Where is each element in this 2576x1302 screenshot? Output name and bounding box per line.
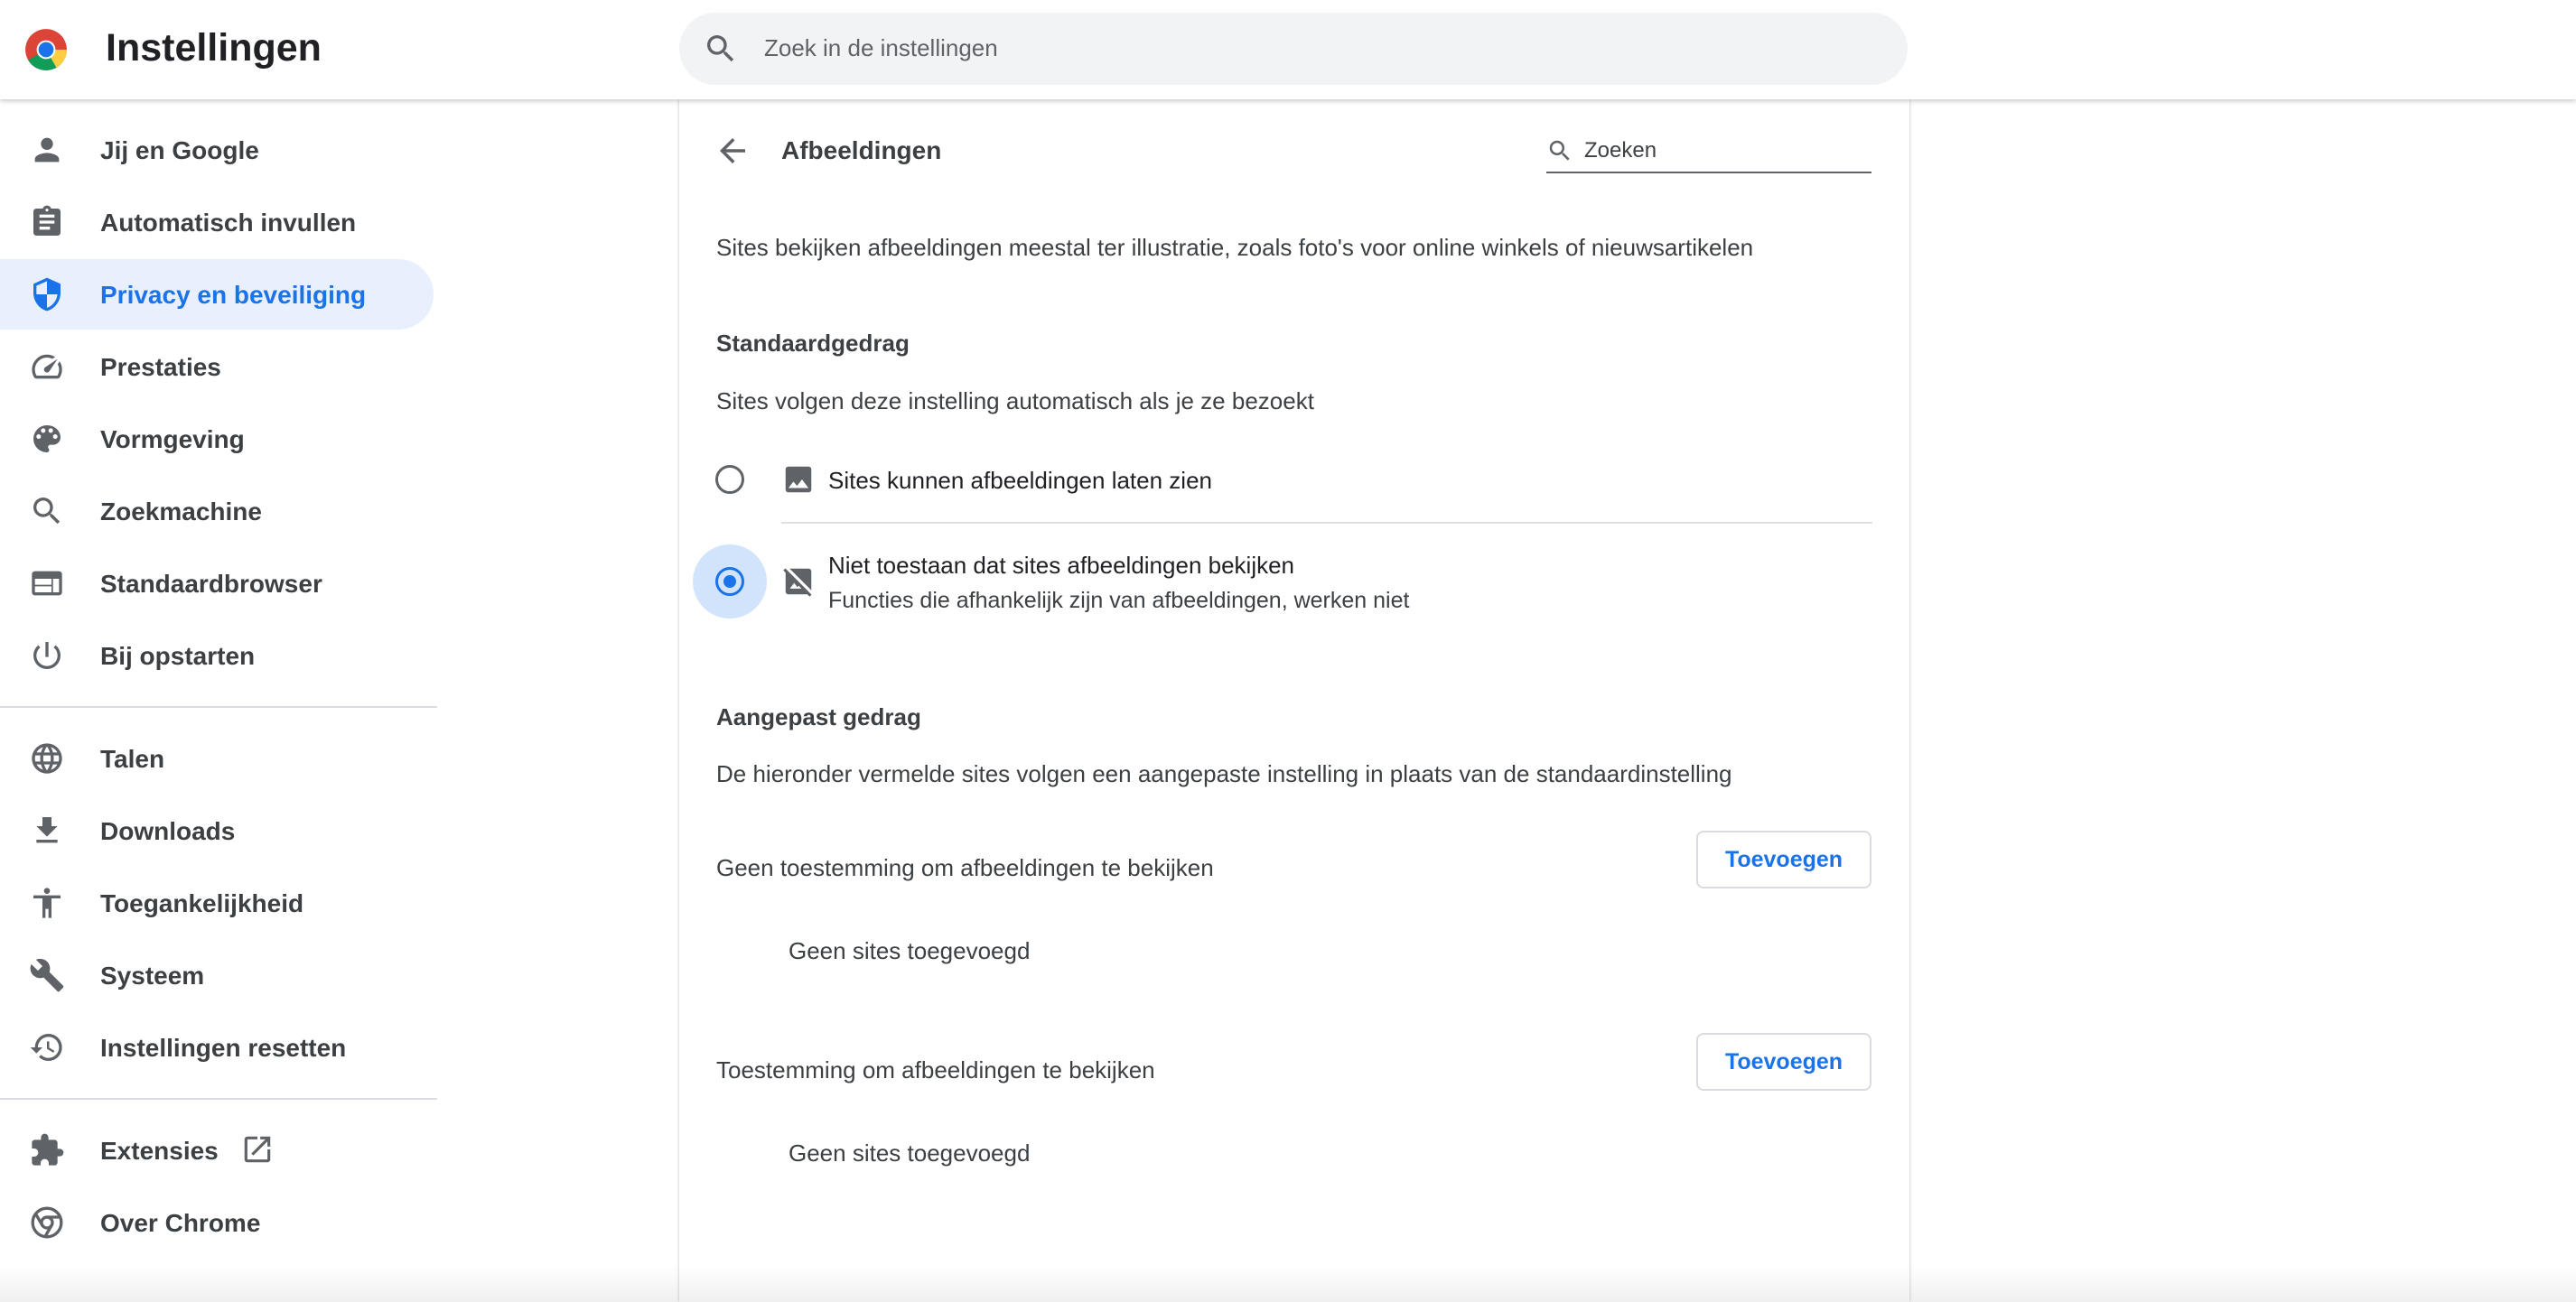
sidebar-item-label: Prestaties — [100, 353, 221, 381]
sidebar-item-label: Automatisch invullen — [100, 209, 357, 237]
sidebar-item-extensies[interactable]: Extensies — [0, 1115, 434, 1186]
sidebar-item-bij-opstarten[interactable]: Bij opstarten — [0, 620, 434, 691]
chrome-logo-icon — [25, 29, 67, 70]
shield-icon — [33, 277, 61, 312]
settings-search-input[interactable]: Zoek in de instellingen — [679, 13, 1908, 85]
palette-icon — [33, 425, 61, 452]
allowed-list-empty: Geen sites toegevoegd — [789, 1139, 1031, 1167]
sidebar-item-privacy-en-beveiliging[interactable]: Privacy en beveiliging — [0, 259, 434, 330]
back-arrow-icon[interactable] — [714, 132, 751, 170]
sidebar-item-vormgeving[interactable]: Vormgeving — [0, 404, 434, 474]
page-description: Sites bekijken afbeeldingen meestal ter … — [716, 234, 1754, 261]
app-title: Instellingen — [106, 26, 322, 70]
sidebar-item-label: Standaardbrowser — [100, 570, 322, 598]
sidebar-item-toegankelijkheid[interactable]: Toegankelijkheid — [0, 868, 434, 938]
sidebar: Jij en Google Automatisch invullen Priva… — [0, 99, 437, 1302]
add-blocked-site-button[interactable]: Toevoegen — [1696, 831, 1871, 888]
option-sublabel: Functies die afhankelijk zijn van afbeel… — [828, 588, 1410, 613]
download-icon — [36, 817, 58, 843]
sidebar-item-jij-en-google[interactable]: Jij en Google — [0, 115, 434, 185]
puzzle-icon — [32, 1133, 64, 1166]
image-off-icon — [783, 568, 812, 597]
option-label[interactable]: Niet toestaan dat sites afbeeldingen bek… — [828, 552, 1294, 580]
image-icon — [785, 466, 812, 493]
sidebar-item-label: Downloads — [100, 817, 236, 845]
default-behavior-heading: Standaardgedrag — [716, 330, 910, 357]
default-behavior-subtext: Sites volgen deze instelling automatisch… — [716, 387, 1314, 414]
search-icon — [33, 498, 61, 525]
sidebar-item-label: Instellingen resetten — [100, 1034, 347, 1062]
sidebar-item-label: Bij opstarten — [100, 642, 256, 670]
browser-window-icon — [32, 571, 62, 596]
sidebar-divider — [0, 1098, 437, 1100]
sidebar-item-label: Systeem — [100, 962, 205, 990]
blocked-list-empty: Geen sites toegevoegd — [789, 937, 1031, 964]
custom-behavior-heading: Aangepast gedrag — [716, 703, 921, 730]
sidebar-item-downloads[interactable]: Downloads — [0, 795, 434, 866]
clipboard-icon — [33, 205, 61, 236]
search-icon — [1549, 140, 1570, 161]
allowed-list-label: Toestemming om afbeeldingen te bekijken — [716, 1056, 1155, 1083]
page-title: Afbeeldingen — [781, 136, 942, 164]
person-icon — [34, 137, 60, 163]
radio-block-images[interactable] — [715, 567, 744, 596]
sidebar-item-instellingen-resetten[interactable]: Instellingen resetten — [0, 1012, 434, 1083]
settings-header: Instellingen Zoek in de instellingen — [0, 0, 2576, 99]
power-icon — [33, 642, 61, 669]
open-in-new-icon — [244, 1136, 271, 1163]
search-placeholder[interactable]: Zoek in de instellingen — [764, 34, 998, 62]
custom-behavior-subtext: De hieronder vermelde sites volgen een a… — [716, 760, 1732, 787]
sidebar-item-systeem[interactable]: Systeem — [0, 940, 434, 1010]
page-search-value[interactable]: Zoeken — [1584, 138, 1657, 163]
sidebar-item-standaardbrowser[interactable]: Standaardbrowser — [0, 548, 434, 618]
speedometer-icon — [32, 354, 62, 379]
option-label[interactable]: Sites kunnen afbeeldingen laten zien — [828, 467, 1212, 495]
add-allowed-site-button[interactable]: Toevoegen — [1696, 1033, 1871, 1091]
sidebar-item-talen[interactable]: Talen — [0, 723, 434, 794]
page-search-input[interactable]: Zoeken — [1546, 128, 1871, 173]
sidebar-divider — [0, 706, 437, 708]
search-icon — [707, 35, 734, 62]
sidebar-item-prestaties[interactable]: Prestaties — [0, 331, 434, 402]
sidebar-item-label: Zoekmachine — [100, 498, 262, 525]
sidebar-item-label: Privacy en beveiliging — [100, 281, 367, 309]
sidebar-item-label: Jij en Google — [100, 136, 259, 164]
blocked-list-label: Geen toestemming om afbeeldingen te beki… — [716, 854, 1214, 881]
chrome-icon — [31, 1206, 63, 1239]
sidebar-item-zoekmachine[interactable]: Zoekmachine — [0, 476, 434, 546]
globe-icon — [32, 743, 62, 774]
option-divider — [781, 522, 1872, 524]
history-icon — [30, 1034, 62, 1061]
sidebar-item-label: Vormgeving — [100, 425, 245, 453]
sidebar-item-label: Extensies — [100, 1137, 219, 1165]
content-card: Afbeeldingen Zoeken Sites bekijken afbee… — [679, 99, 1909, 1302]
accessibility-icon — [33, 888, 61, 918]
sidebar-item-label: Toegankelijkheid — [100, 889, 304, 917]
sidebar-item-over-chrome[interactable]: Over Chrome — [0, 1187, 434, 1258]
sidebar-item-automatisch-invullen[interactable]: Automatisch invullen — [0, 187, 434, 257]
sidebar-item-label: Over Chrome — [100, 1209, 261, 1237]
radio-allow-images[interactable] — [715, 465, 744, 494]
sidebar-item-label: Talen — [100, 745, 165, 773]
wrench-icon — [30, 958, 64, 992]
